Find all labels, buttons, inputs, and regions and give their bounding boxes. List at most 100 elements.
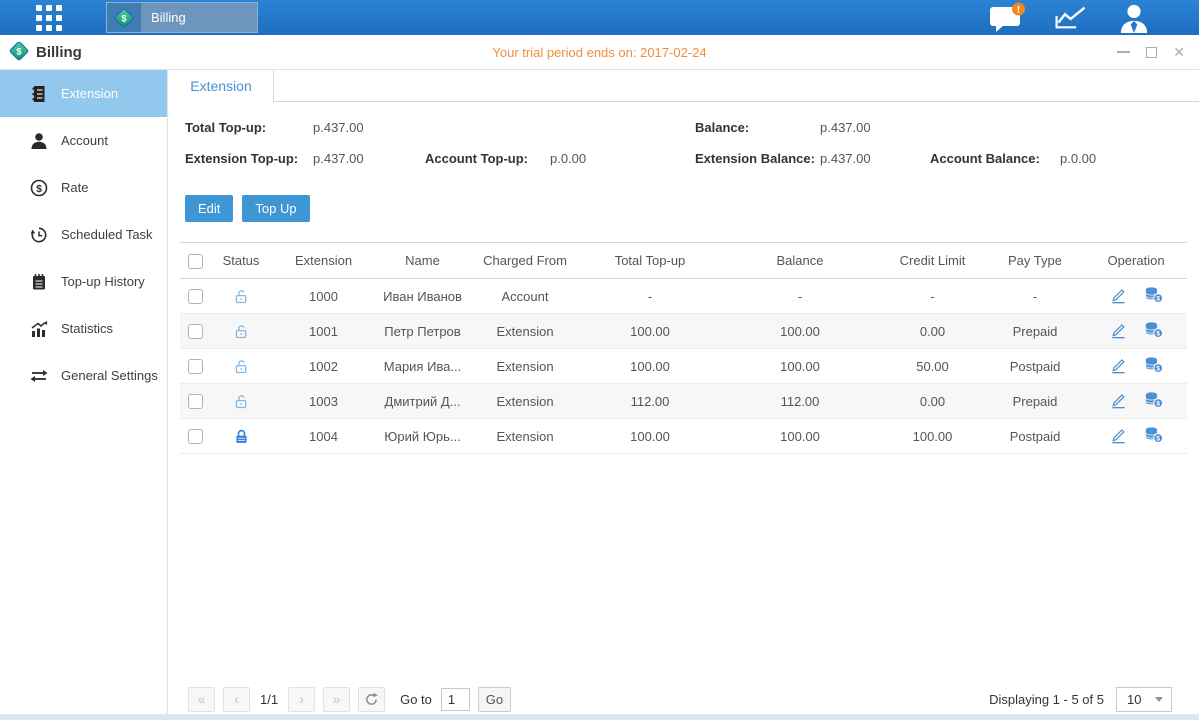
page-indicator: 1/1 [260, 692, 278, 707]
edit-extension-icon[interactable] [1109, 355, 1128, 377]
unlocked-icon [233, 393, 250, 410]
svg-text:$: $ [121, 13, 127, 23]
transfer-arrows-icon [30, 367, 48, 385]
cell-name: Дмитрий Д... [375, 384, 470, 419]
sidebar-item-general-settings[interactable]: General Settings [0, 352, 167, 399]
row-checkbox[interactable] [188, 359, 203, 374]
edit-button[interactable]: Edit [185, 195, 233, 222]
sidebar-item-label: Account [61, 133, 108, 148]
billing-diamond-icon: $ [107, 3, 141, 32]
cell-charged-from: Account [470, 279, 580, 314]
last-page-button[interactable]: » [323, 687, 350, 712]
edit-extension-icon[interactable] [1109, 390, 1128, 412]
row-checkbox[interactable] [188, 429, 203, 444]
refresh-button[interactable] [358, 687, 385, 712]
table-row: 1000 Иван Иванов Account - - - - $ [180, 279, 1187, 314]
top-up-extension-icon[interactable]: $ [1144, 425, 1164, 447]
next-page-button[interactable]: › [288, 687, 315, 712]
svg-text:$: $ [1156, 436, 1160, 443]
desktop-topbar: $ Billing ! [0, 0, 1199, 35]
first-page-button[interactable]: « [188, 687, 215, 712]
cell-total-topup: 100.00 [580, 419, 720, 454]
cell-credit-limit: 0.00 [880, 314, 985, 349]
unlocked-icon [233, 323, 250, 340]
extensions-table: Status Extension Name Charged From Total… [180, 242, 1187, 454]
trial-notice: Your trial period ends on: 2017-02-24 [492, 45, 706, 60]
maximize-icon[interactable] [1146, 47, 1157, 58]
edit-extension-icon[interactable] [1109, 285, 1128, 307]
table-row: 1003 Дмитрий Д... Extension 112.00 112.0… [180, 384, 1187, 419]
refresh-icon [364, 692, 379, 707]
sidebar-item-rate[interactable]: $ Rate [0, 164, 167, 211]
window-bottom-edge [0, 714, 1199, 720]
account-balance-label: Account Balance: [930, 151, 1060, 166]
col-operation: Operation [1085, 243, 1187, 279]
col-status: Status [210, 243, 272, 279]
page-size-select[interactable]: 10 [1116, 687, 1172, 712]
col-credit-limit: Credit Limit [880, 243, 985, 279]
top-up-extension-icon[interactable]: $ [1144, 320, 1164, 342]
cell-pay-type: Prepaid [985, 384, 1085, 419]
sidebar-item-scheduled-task[interactable]: Scheduled Task [0, 211, 167, 258]
cell-name: Мария Ива... [375, 349, 470, 384]
cell-credit-limit: 100.00 [880, 419, 985, 454]
sidebar-item-account[interactable]: Account [0, 117, 167, 164]
select-all-checkbox[interactable] [188, 254, 203, 269]
tab-bar: Extension [168, 70, 1199, 102]
row-checkbox[interactable] [188, 394, 203, 409]
taskbar-tab-billing[interactable]: $ Billing [106, 2, 258, 33]
goto-page-input[interactable] [441, 688, 470, 711]
col-pay-type: Pay Type [985, 243, 1085, 279]
goto-label: Go to [400, 692, 432, 707]
status-cell [210, 419, 272, 454]
sidebar-item-extension[interactable]: Extension [0, 70, 167, 117]
top-up-extension-icon[interactable]: $ [1144, 355, 1164, 377]
col-balance: Balance [720, 243, 880, 279]
billing-app-icon: $ [8, 40, 30, 65]
row-checkbox[interactable] [188, 324, 203, 339]
table-header-row: Status Extension Name Charged From Total… [180, 243, 1187, 279]
chevron-down-icon [1155, 697, 1163, 702]
sidebar-item-topup-history[interactable]: Top-up History [0, 258, 167, 305]
bar-chart-icon [30, 320, 48, 338]
col-name: Name [375, 243, 470, 279]
edit-extension-icon[interactable] [1109, 320, 1128, 342]
cell-charged-from: Extension [470, 314, 580, 349]
cell-credit-limit: 50.00 [880, 349, 985, 384]
balance-value: p.437.00 [820, 120, 871, 135]
minimize-icon[interactable] [1117, 51, 1130, 53]
svg-text:$: $ [1156, 296, 1160, 303]
cell-name: Юрий Юрь... [375, 419, 470, 454]
top-up-button[interactable]: Top Up [242, 195, 309, 222]
top-up-extension-icon[interactable]: $ [1144, 390, 1164, 412]
user-account-icon[interactable] [1117, 3, 1151, 33]
svg-text:$: $ [36, 183, 42, 195]
extension-topup-label: Extension Top-up: [185, 151, 313, 166]
go-button[interactable]: Go [478, 687, 511, 712]
top-up-extension-icon[interactable]: $ [1144, 285, 1164, 307]
account-topup-label: Account Top-up: [425, 151, 550, 166]
row-checkbox[interactable] [188, 289, 203, 304]
close-icon[interactable]: ✕ [1173, 45, 1185, 59]
app-launcher-icon[interactable] [36, 5, 62, 31]
notifications-icon[interactable]: ! [989, 2, 1026, 33]
cell-pay-type: - [985, 279, 1085, 314]
cell-extension: 1004 [272, 419, 375, 454]
sidebar-item-label: Scheduled Task [61, 227, 153, 242]
sidebar-item-label: Top-up History [61, 274, 145, 289]
balance-label: Balance: [695, 120, 820, 135]
sidebar-item-statistics[interactable]: Statistics [0, 305, 167, 352]
unlocked-icon [233, 288, 250, 305]
locked-icon [233, 428, 250, 445]
table-row: 1004 Юрий Юрь... Extension 100.00 100.00… [180, 419, 1187, 454]
tab-extension[interactable]: Extension [169, 70, 274, 102]
cell-extension: 1002 [272, 349, 375, 384]
cell-extension: 1000 [272, 279, 375, 314]
resource-monitor-icon[interactable] [1054, 4, 1089, 32]
edit-extension-icon[interactable] [1109, 425, 1128, 447]
total-topup-value: p.437.00 [313, 120, 364, 135]
window-titlebar: $ Billing Your trial period ends on: 201… [0, 35, 1199, 70]
status-cell [210, 349, 272, 384]
cell-extension: 1001 [272, 314, 375, 349]
prev-page-button[interactable]: ‹ [223, 687, 250, 712]
